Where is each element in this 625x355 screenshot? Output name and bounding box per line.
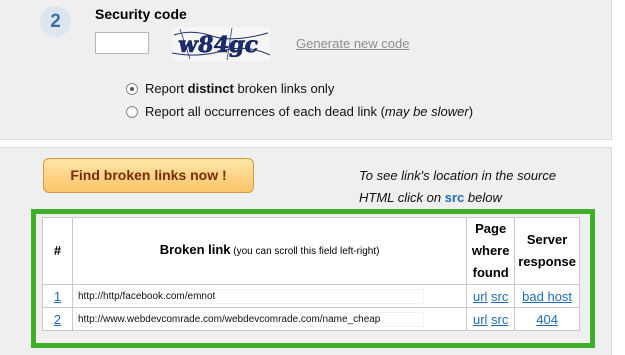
security-panel — [0, 0, 612, 140]
captcha-image: w84gc — [172, 27, 270, 61]
security-code-input[interactable] — [95, 32, 149, 54]
security-code-title: Security code — [95, 6, 187, 22]
table-row: 2 http://www.webdevcomrade.com/webdevcom… — [42, 307, 580, 331]
table-row: 1 http://http/facebook.com/emnot url src… — [42, 284, 580, 308]
option-distinct-label: Report distinct broken links only — [145, 81, 335, 96]
source-hint: To see link's location in the source HTM… — [359, 168, 557, 205]
broken-url-field[interactable]: http://www.webdevcomrade.com/webdevcomra… — [76, 311, 424, 327]
option-all-label: Report all occurrences of each dead link… — [145, 104, 474, 119]
header-number: # — [42, 217, 73, 285]
header-page-where-found: Page where found — [466, 217, 516, 285]
table-header-row: # Broken link (you can scroll this field… — [42, 217, 580, 285]
radio-all-occurrences[interactable] — [126, 105, 138, 118]
src-link[interactable]: src — [491, 289, 508, 304]
broken-url-field[interactable]: http://http/facebook.com/emnot — [76, 288, 424, 304]
find-broken-links-button[interactable]: Find broken links now ! — [43, 158, 254, 193]
src-link[interactable]: src — [491, 312, 508, 327]
generate-new-code-link[interactable]: Generate new code — [296, 36, 409, 51]
url-link[interactable]: url — [473, 289, 487, 304]
row-number-link[interactable]: 2 — [54, 312, 61, 327]
hint-src-word: src — [444, 190, 465, 205]
step-number-badge: 2 — [40, 6, 71, 37]
header-server-response: Server response — [514, 217, 580, 285]
option-distinct[interactable]: Report distinct broken links only — [126, 81, 334, 96]
server-response-link[interactable]: bad host — [522, 289, 572, 304]
server-response-link[interactable]: 404 — [536, 312, 558, 327]
svg-text:w84gc: w84gc — [176, 32, 261, 58]
broken-links-table: # Broken link (you can scroll this field… — [42, 217, 580, 331]
row-number-link[interactable]: 1 — [54, 289, 61, 304]
header-broken-link: Broken link (you can scroll this field l… — [71, 217, 468, 285]
option-all-occurrences[interactable]: Report all occurrences of each dead link… — [126, 104, 473, 119]
url-link[interactable]: url — [473, 312, 487, 327]
radio-distinct[interactable] — [126, 82, 138, 95]
